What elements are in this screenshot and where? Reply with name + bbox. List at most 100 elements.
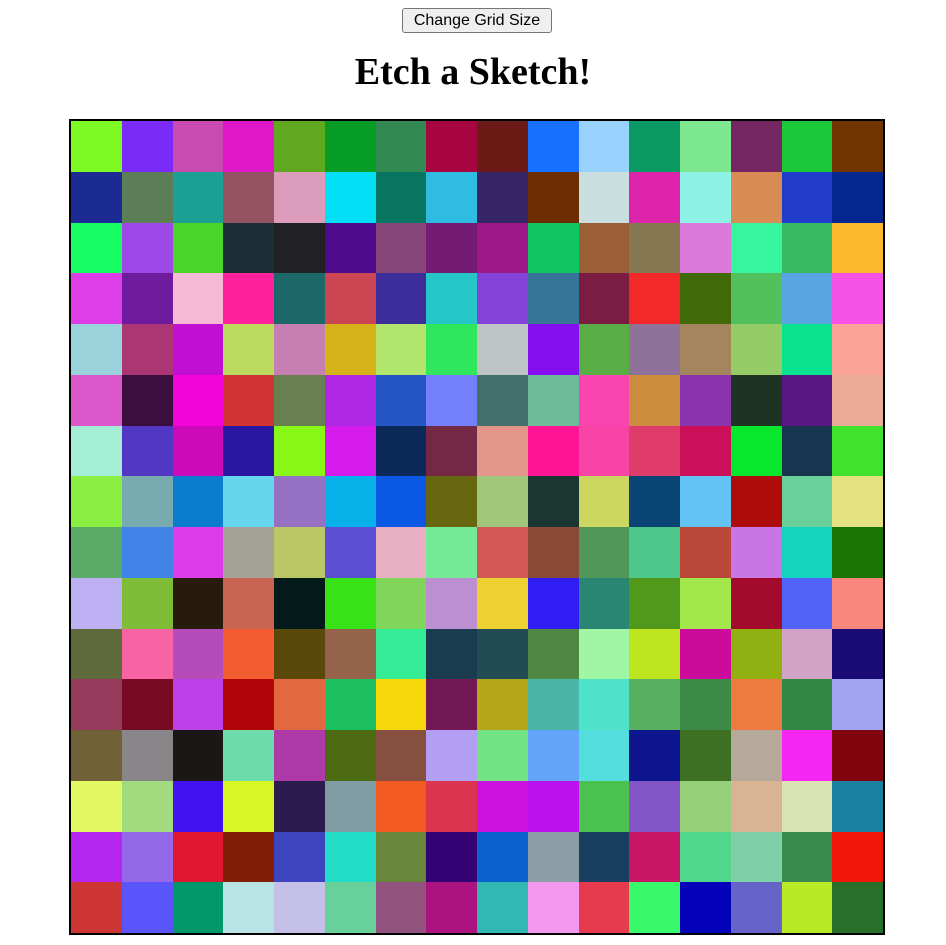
grid-cell[interactable]	[578, 171, 630, 223]
grid-cell[interactable]	[324, 679, 376, 730]
grid-cell[interactable]	[375, 882, 427, 933]
grid-cell[interactable]	[223, 324, 274, 375]
grid-cell[interactable]	[730, 222, 782, 274]
grid-cell[interactable]	[71, 324, 122, 375]
grid-cell[interactable]	[121, 882, 173, 933]
grid-cell[interactable]	[121, 577, 173, 629]
grid-cell[interactable]	[578, 527, 630, 578]
grid-cell[interactable]	[832, 882, 883, 933]
grid-cell[interactable]	[223, 831, 274, 883]
grid-cell[interactable]	[730, 273, 782, 324]
grid-cell[interactable]	[223, 679, 274, 730]
grid-cell[interactable]	[477, 171, 528, 223]
grid-cell[interactable]	[781, 730, 833, 781]
grid-cell[interactable]	[629, 121, 680, 172]
grid-cell[interactable]	[172, 121, 224, 172]
grid-cell[interactable]	[832, 527, 883, 578]
grid-cell[interactable]	[629, 831, 680, 883]
grid-cell[interactable]	[527, 171, 579, 223]
grid-cell[interactable]	[578, 628, 630, 680]
grid-cell[interactable]	[781, 628, 833, 680]
grid-cell[interactable]	[121, 273, 173, 324]
grid-cell[interactable]	[680, 222, 731, 274]
grid-cell[interactable]	[426, 831, 477, 883]
grid-cell[interactable]	[781, 222, 833, 274]
grid-cell[interactable]	[781, 273, 833, 324]
grid-cell[interactable]	[121, 476, 173, 527]
grid-cell[interactable]	[172, 273, 224, 324]
grid-cell[interactable]	[680, 425, 731, 477]
grid-cell[interactable]	[527, 882, 579, 933]
grid-cell[interactable]	[730, 628, 782, 680]
grid-cell[interactable]	[172, 679, 224, 730]
grid-cell[interactable]	[375, 527, 427, 578]
grid-cell[interactable]	[223, 273, 274, 324]
grid-cell[interactable]	[527, 324, 579, 375]
grid-cell[interactable]	[324, 577, 376, 629]
grid-cell[interactable]	[477, 882, 528, 933]
grid-cell[interactable]	[477, 577, 528, 629]
grid-cell[interactable]	[71, 628, 122, 680]
grid-cell[interactable]	[832, 273, 883, 324]
grid-cell[interactable]	[629, 273, 680, 324]
grid-cell[interactable]	[477, 831, 528, 883]
grid-cell[interactable]	[223, 425, 274, 477]
grid-cell[interactable]	[629, 628, 680, 680]
grid-cell[interactable]	[274, 121, 325, 172]
grid-cell[interactable]	[832, 831, 883, 883]
grid-cell[interactable]	[223, 730, 274, 781]
grid-cell[interactable]	[426, 273, 477, 324]
grid-cell[interactable]	[680, 527, 731, 578]
grid-cell[interactable]	[477, 121, 528, 172]
grid-cell[interactable]	[426, 628, 477, 680]
grid-cell[interactable]	[426, 577, 477, 629]
grid-cell[interactable]	[426, 171, 477, 223]
grid-cell[interactable]	[730, 374, 782, 426]
grid-cell[interactable]	[375, 780, 427, 832]
grid-cell[interactable]	[781, 882, 833, 933]
grid-cell[interactable]	[730, 476, 782, 527]
grid-cell[interactable]	[121, 730, 173, 781]
grid-cell[interactable]	[781, 121, 833, 172]
grid-cell[interactable]	[578, 273, 630, 324]
grid-cell[interactable]	[477, 374, 528, 426]
grid-cell[interactable]	[832, 730, 883, 781]
grid-cell[interactable]	[578, 577, 630, 629]
grid-cell[interactable]	[324, 324, 376, 375]
grid-cell[interactable]	[274, 730, 325, 781]
grid-cell[interactable]	[375, 628, 427, 680]
grid-cell[interactable]	[629, 476, 680, 527]
grid-cell[interactable]	[832, 476, 883, 527]
grid-cell[interactable]	[477, 679, 528, 730]
grid-cell[interactable]	[223, 171, 274, 223]
grid-cell[interactable]	[426, 121, 477, 172]
grid-cell[interactable]	[477, 222, 528, 274]
grid-cell[interactable]	[781, 476, 833, 527]
grid-cell[interactable]	[274, 374, 325, 426]
grid-cell[interactable]	[223, 527, 274, 578]
grid-cell[interactable]	[680, 121, 731, 172]
grid-cell[interactable]	[274, 171, 325, 223]
grid-cell[interactable]	[629, 679, 680, 730]
grid-cell[interactable]	[680, 324, 731, 375]
grid-cell[interactable]	[730, 121, 782, 172]
grid-cell[interactable]	[71, 171, 122, 223]
grid-cell[interactable]	[223, 628, 274, 680]
grid-cell[interactable]	[629, 730, 680, 781]
grid-cell[interactable]	[324, 780, 376, 832]
grid-cell[interactable]	[680, 171, 731, 223]
grid-cell[interactable]	[121, 374, 173, 426]
grid-cell[interactable]	[527, 222, 579, 274]
grid-cell[interactable]	[578, 476, 630, 527]
grid-cell[interactable]	[781, 374, 833, 426]
grid-cell[interactable]	[172, 222, 224, 274]
grid-cell[interactable]	[274, 222, 325, 274]
grid-cell[interactable]	[832, 425, 883, 477]
grid-cell[interactable]	[426, 780, 477, 832]
grid-cell[interactable]	[578, 324, 630, 375]
grid-cell[interactable]	[121, 425, 173, 477]
grid-cell[interactable]	[527, 527, 579, 578]
grid-cell[interactable]	[274, 577, 325, 629]
grid-cell[interactable]	[832, 222, 883, 274]
grid-cell[interactable]	[527, 476, 579, 527]
